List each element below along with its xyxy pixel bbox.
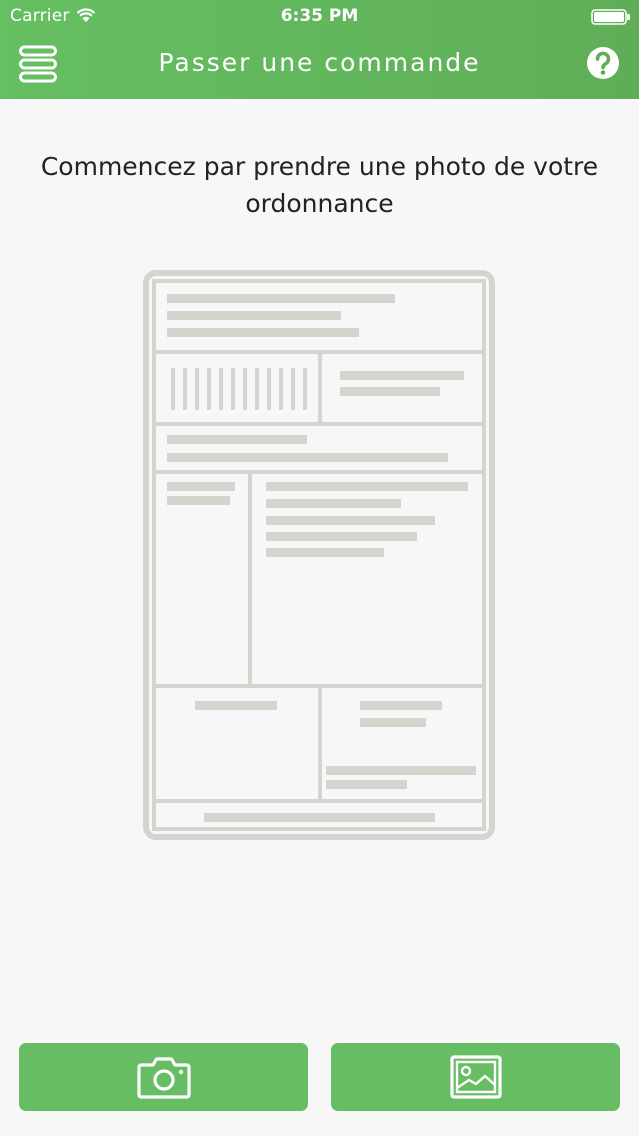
prescription-illustration — [143, 270, 495, 840]
status-time: 6:35 PM — [280, 6, 359, 26]
instruction-text: Commencez par prendre une photo de votre… — [40, 152, 599, 218]
status-bar: Carrier 6:35 PM — [0, 0, 639, 34]
camera-icon — [136, 1057, 191, 1099]
menu-icon[interactable] — [18, 44, 58, 84]
choose-image-button[interactable] — [331, 1043, 620, 1111]
battery-icon — [591, 9, 630, 25]
page-title: Passer une commande — [158, 48, 481, 77]
take-photo-button[interactable] — [19, 1043, 308, 1111]
nav-header: Carrier 6:35 PM Passer une commande — [0, 0, 639, 99]
help-icon[interactable] — [586, 46, 620, 80]
image-icon — [449, 1055, 502, 1099]
